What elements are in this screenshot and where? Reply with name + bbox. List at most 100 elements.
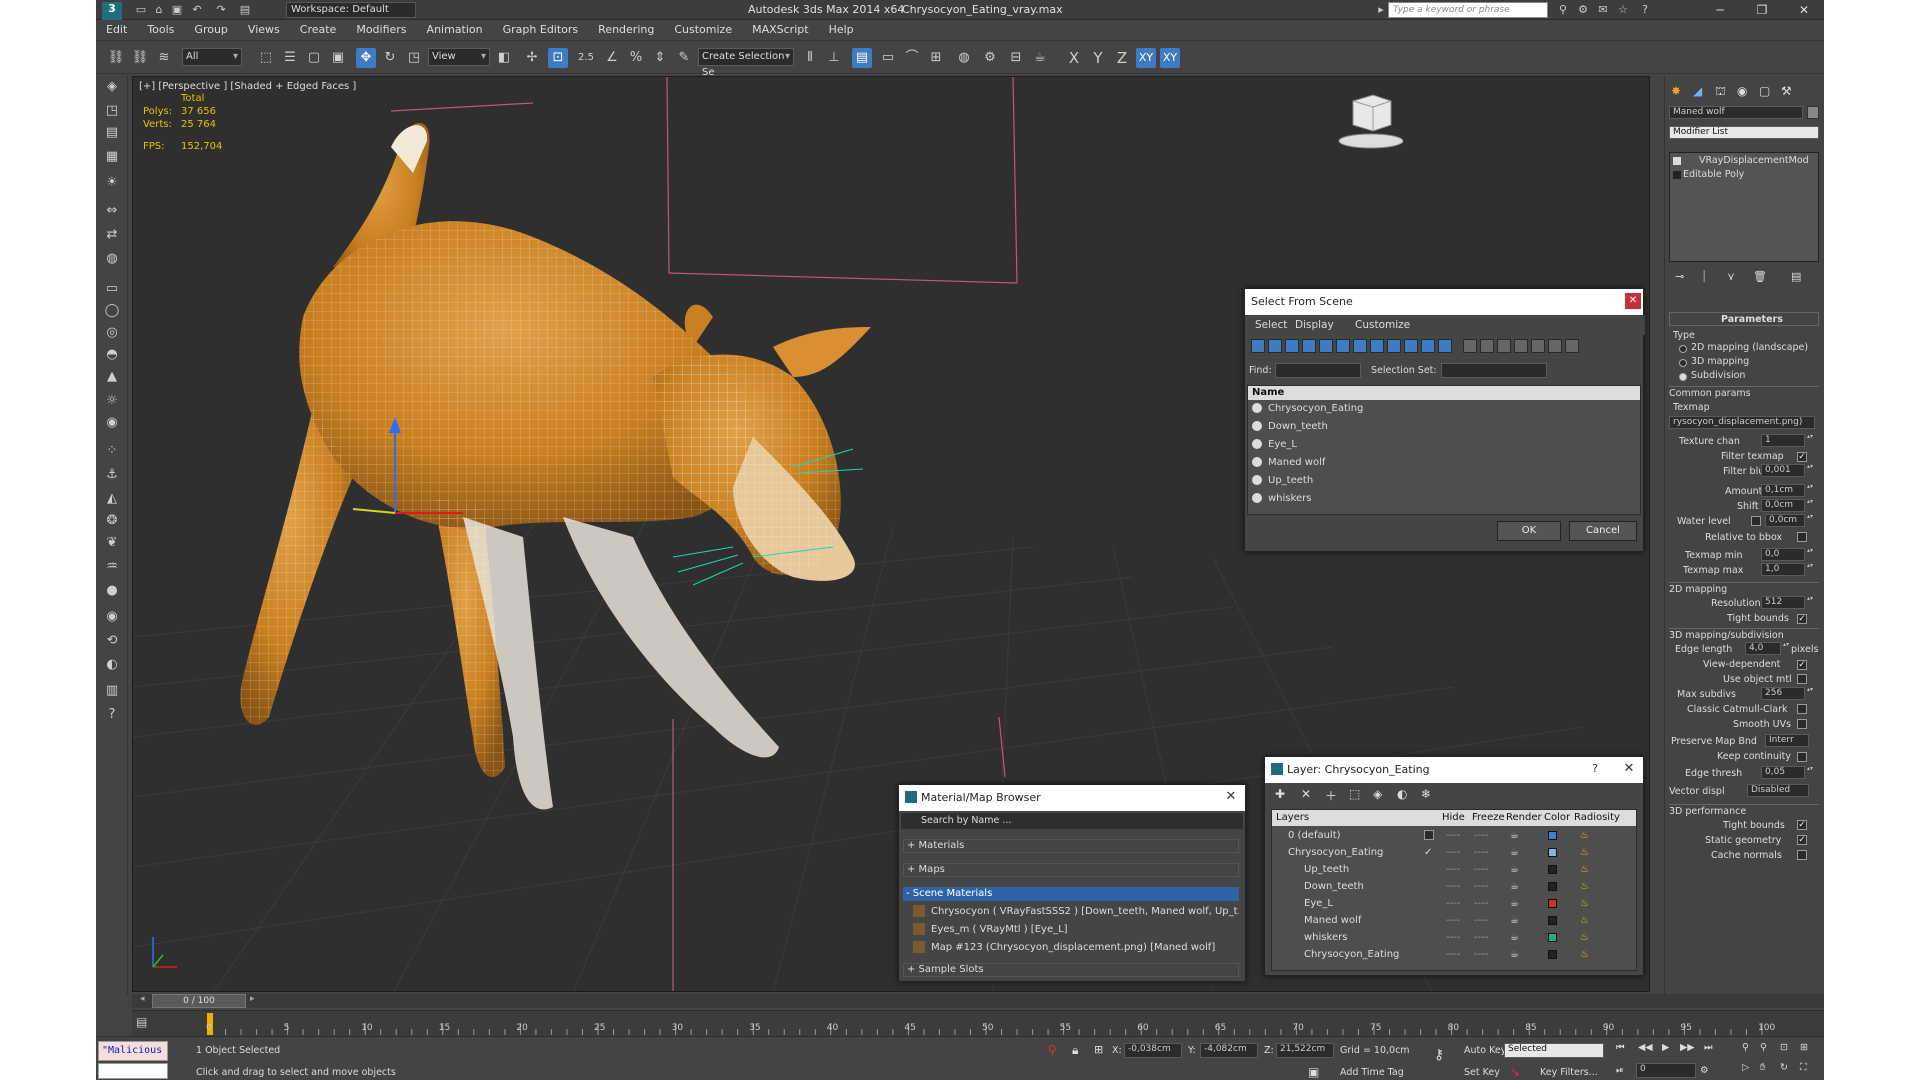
- show-end-result-icon[interactable]: ⏐: [1701, 270, 1707, 284]
- mapping-2d-group[interactable]: 2D mapping: [1669, 582, 1819, 595]
- viewcube[interactable]: [1338, 94, 1404, 149]
- select-filter-4-icon[interactable]: [1302, 339, 1316, 353]
- particle-icon[interactable]: ⁘: [102, 441, 122, 461]
- layer-col-freeze[interactable]: Freeze: [1472, 812, 1505, 823]
- type-radio-3[interactable]: [1679, 373, 1687, 381]
- scene-material-item[interactable]: Eyes_m ( VRayMtl ) [Eye_L]: [913, 921, 1239, 939]
- layer-radiosity-icon[interactable]: ♨: [1580, 827, 1589, 844]
- axis-xy-cycle-button[interactable]: XY: [1160, 48, 1180, 68]
- pan-icon[interactable]: ✋︎: [1760, 1062, 1765, 1073]
- maxscript-listener[interactable]: "Malicious s: [98, 1041, 168, 1061]
- display-icon[interactable]: ▤: [102, 123, 122, 143]
- torus-icon[interactable]: ◎: [102, 323, 122, 343]
- layer-color-swatch[interactable]: [1548, 899, 1557, 908]
- time-config-icon[interactable]: ⚙: [1700, 1065, 1709, 1076]
- keep-continuity-checkbox[interactable]: [1797, 752, 1807, 762]
- layer-hide-toggle[interactable]: ----: [1446, 861, 1460, 878]
- zoom-extents-icon[interactable]: ⊡: [1780, 1042, 1788, 1053]
- open-file-icon[interactable]: ⌂: [152, 3, 166, 17]
- app-logo-icon[interactable]: 3: [102, 2, 122, 20]
- box-icon[interactable]: ▭: [102, 279, 122, 299]
- layer-hide-toggle[interactable]: ----: [1446, 895, 1460, 912]
- zoom-icon[interactable]: ⚲: [1742, 1042, 1749, 1053]
- select-filter-17-icon[interactable]: [1531, 339, 1545, 353]
- scene-object-row[interactable]: Up_teeth: [1250, 472, 1638, 490]
- layer-freeze-toggle[interactable]: ----: [1474, 861, 1488, 878]
- scene-object-row[interactable]: Maned wolf: [1250, 454, 1638, 472]
- tight-bounds-checkbox[interactable]: ✓: [1797, 614, 1807, 624]
- selection-lock-icon[interactable]: 🔒︎: [1072, 1043, 1078, 1058]
- scene-material-item[interactable]: Map #123 (Chrysocyon_displacement.png) […: [913, 939, 1239, 957]
- track-bar-toggle-icon[interactable]: ▤: [136, 1015, 152, 1031]
- resolution-field[interactable]: 512: [1761, 596, 1805, 609]
- object-name-field[interactable]: Maned wolf: [1669, 106, 1803, 119]
- materials-group[interactable]: + Materials: [903, 839, 1239, 853]
- bowl-icon[interactable]: ◓: [102, 345, 122, 365]
- time-slider-next-icon[interactable]: ▸: [250, 994, 262, 1008]
- unlink-icon[interactable]: ⛓: [130, 48, 150, 68]
- keyboard-shortcut-override-icon[interactable]: ⊡: [548, 48, 568, 68]
- menu-animation[interactable]: Animation: [417, 21, 493, 36]
- layer-explorer-icon[interactable]: ▤: [852, 48, 872, 68]
- water-level-checkbox[interactable]: [1751, 516, 1761, 526]
- layer-color-swatch[interactable]: [1548, 882, 1557, 891]
- hierarchy-tab-icon[interactable]: ⛫: [1715, 84, 1726, 100]
- display-tab-icon[interactable]: ▢: [1759, 84, 1770, 98]
- texmap-min-spinner[interactable]: ▴▾: [1807, 548, 1813, 561]
- layer-render-icon[interactable]: ☕: [1510, 878, 1519, 895]
- select-filter-3-icon[interactable]: [1285, 339, 1299, 353]
- select-menu-select[interactable]: Select: [1255, 319, 1287, 331]
- select-filter-11-icon[interactable]: [1421, 339, 1435, 353]
- type-option-1[interactable]: 2D mapping (landscape): [1691, 342, 1808, 353]
- sample-slots-group[interactable]: + Sample Slots: [903, 963, 1239, 977]
- layer-color-swatch[interactable]: [1548, 848, 1557, 857]
- spinner-snap-icon[interactable]: ⇕: [650, 48, 670, 68]
- layer-col-render[interactable]: Render: [1506, 812, 1542, 823]
- link-icon[interactable]: ⛓: [106, 48, 126, 68]
- menu-graph-editors[interactable]: Graph Editors: [493, 21, 589, 36]
- compound-icon[interactable]: ◍: [102, 249, 122, 269]
- undo-icon[interactable]: ↶: [190, 3, 204, 17]
- axis-x-button[interactable]: X: [1064, 48, 1084, 68]
- zoom-all-icon[interactable]: ⚲: [1760, 1042, 1767, 1053]
- snap-toggle-icon[interactable]: 2.5: [576, 48, 596, 68]
- layer-radiosity-icon[interactable]: ♨: [1580, 912, 1589, 929]
- shift-field[interactable]: 0,0cm: [1761, 499, 1805, 512]
- key-filters-button[interactable]: Key Filters...: [1540, 1067, 1598, 1078]
- favorites-icon[interactable]: ☆: [1616, 3, 1630, 17]
- static-geometry-checkbox[interactable]: ✓: [1797, 835, 1807, 845]
- texmap-button[interactable]: rysocyon_displacement.png): [1669, 416, 1815, 429]
- current-frame-field[interactable]: 0: [1636, 1063, 1696, 1078]
- select-filter-19-icon[interactable]: [1565, 339, 1579, 353]
- filter-blur-spinner[interactable]: ▴▾: [1807, 464, 1813, 477]
- select-scale-icon[interactable]: ◳: [404, 48, 424, 68]
- ball-icon[interactable]: ◉: [102, 607, 122, 627]
- material-search-input[interactable]: Search by Name ...: [901, 813, 1243, 829]
- rendered-frame-window-icon[interactable]: ⊟: [1006, 48, 1026, 68]
- layer-col-radiosity[interactable]: Radiosity: [1574, 812, 1620, 823]
- ribbon-toggle-icon[interactable]: ▭: [878, 48, 898, 68]
- material-editor-icon[interactable]: ◍: [954, 48, 974, 68]
- workspace-dropdown[interactable]: Workspace: Default: [286, 2, 416, 18]
- preserve-map-dropdown[interactable]: Interr: [1765, 734, 1809, 747]
- layer-render-icon[interactable]: ☕: [1510, 827, 1519, 844]
- percent-snap-icon[interactable]: %: [626, 48, 646, 68]
- new-file-icon[interactable]: ▭: [134, 3, 148, 17]
- layer-row[interactable]: Chrysocyon_Eating ---- ---- ☕ ♨: [1274, 946, 1632, 963]
- menu-modifiers[interactable]: Modifiers: [346, 21, 416, 36]
- select-filter-5-icon[interactable]: [1319, 339, 1333, 353]
- add-time-tag[interactable]: Add Time Tag: [1340, 1067, 1404, 1078]
- find-input[interactable]: [1275, 363, 1361, 378]
- save-icon[interactable]: ▣: [170, 3, 184, 17]
- subscription-icon[interactable]: ⚙: [1576, 3, 1590, 17]
- axis-z-button[interactable]: Z: [1112, 48, 1132, 68]
- amount-spinner[interactable]: ▴▾: [1807, 484, 1813, 497]
- edge-length-field[interactable]: 4,0: [1745, 642, 1781, 655]
- common-params-group[interactable]: Common params: [1669, 386, 1819, 399]
- hair-icon[interactable]: ♒: [102, 557, 122, 577]
- texture-chan-field[interactable]: 1: [1761, 434, 1805, 447]
- modifier-list-dropdown[interactable]: Modifier List: [1669, 126, 1819, 139]
- layer-delete-icon[interactable]: ✕: [1301, 787, 1311, 801]
- select-filter-1-icon[interactable]: [1251, 339, 1265, 353]
- select-filter-16-icon[interactable]: [1514, 339, 1528, 353]
